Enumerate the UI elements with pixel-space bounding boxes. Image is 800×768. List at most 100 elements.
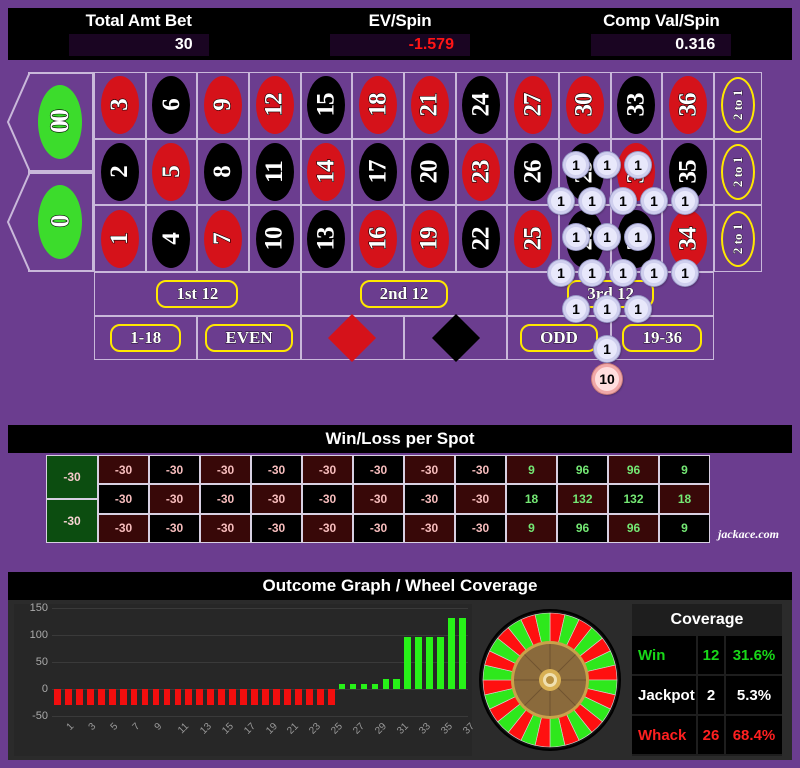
bet-cell-19[interactable]: 19	[404, 205, 456, 272]
winloss-title: Win/Loss per Spot	[8, 425, 792, 453]
bet-chip[interactable]: 10	[592, 364, 622, 394]
bet-cell-0[interactable]: 0	[28, 172, 94, 272]
bet-chip[interactable]: 1	[594, 296, 620, 322]
number-oval: 4	[152, 209, 191, 268]
bet-even[interactable]: EVEN	[197, 316, 301, 360]
stat-label: Comp Val/Spin	[603, 11, 720, 30]
chart-bar	[316, 689, 324, 706]
chart-bar	[75, 689, 83, 706]
bet-chip[interactable]: 1	[579, 260, 605, 286]
chart-y-tick: -50	[32, 710, 48, 722]
number-oval: 7	[204, 209, 243, 268]
number-oval: 21	[410, 76, 449, 135]
bet-cell-7[interactable]: 7	[197, 205, 249, 272]
number-oval: 34	[669, 209, 708, 268]
column-bet-label: 2 to 1	[730, 156, 746, 188]
outside-label: 1-18	[130, 328, 162, 348]
bet-cell-36[interactable]: 36	[662, 72, 714, 139]
bet-cell-18[interactable]: 18	[352, 72, 404, 139]
bet-cell-16[interactable]: 16	[352, 205, 404, 272]
bet-chip[interactable]: 1	[672, 260, 698, 286]
winloss-cell: -30	[303, 485, 352, 513]
bet-chip[interactable]: 1	[625, 152, 651, 178]
bet-cell-33[interactable]: 33	[610, 72, 663, 139]
bet-chip[interactable]: 1	[548, 260, 574, 286]
chart-bar	[382, 679, 390, 689]
bet-chip[interactable]: 1	[579, 188, 605, 214]
bet-cell-1[interactable]: 1	[94, 205, 146, 272]
bet-cell-30[interactable]: 30	[559, 72, 611, 139]
chart-gridline	[52, 608, 468, 609]
bet-chip[interactable]: 1	[563, 296, 589, 322]
bet-cell-21[interactable]: 21	[404, 72, 456, 139]
bet-cell-12[interactable]: 12	[249, 72, 301, 139]
bet-chip[interactable]: 1	[641, 188, 667, 214]
bet-cell-23[interactable]: 23	[455, 138, 508, 206]
bet-chip[interactable]: 1	[625, 296, 651, 322]
number-grid[interactable]: 3691215182124273033362581114172023262932…	[94, 72, 714, 272]
bet-cell-10[interactable]: 10	[249, 205, 301, 272]
bet-dozen-1[interactable]: 1st 12	[94, 272, 301, 316]
number-oval: 9	[204, 76, 243, 135]
bet-column-3[interactable]: 2 to 1	[714, 205, 762, 273]
stats-bar: Total Amt Bet 30 EV/Spin -1.579 Comp Val…	[8, 8, 792, 60]
stat-value: 30	[174, 36, 193, 53]
bet-chip[interactable]: 1	[548, 188, 574, 214]
bet-chip[interactable]: 1	[563, 224, 589, 250]
coverage-name: Jackpot	[632, 676, 696, 714]
bet-cell-6[interactable]: 6	[145, 72, 198, 139]
bet-chip[interactable]: 1	[563, 152, 589, 178]
bet-cell-11[interactable]: 11	[249, 138, 301, 206]
bet-chip[interactable]: 1	[594, 224, 620, 250]
number-oval: 10	[255, 209, 294, 268]
bet-red[interactable]	[300, 313, 404, 363]
bet-dozen-2[interactable]: 2nd 12	[300, 272, 508, 316]
bet-cell-8[interactable]: 8	[197, 138, 249, 206]
bet-cell-00[interactable]: 00	[28, 72, 94, 172]
bet-cell-15[interactable]: 15	[300, 72, 353, 139]
bet-cell-14[interactable]: 14	[300, 138, 353, 206]
bet-chip[interactable]: 1	[610, 188, 636, 214]
bet-chip[interactable]: 1	[594, 152, 620, 178]
coverage-count: 26	[698, 716, 724, 754]
coverage-row-whack: Whack 26 68.4%	[632, 716, 782, 754]
chart-x-tick: 7	[130, 721, 143, 733]
bet-cell-25[interactable]: 25	[507, 205, 559, 272]
bet-cell-5[interactable]: 5	[145, 138, 198, 206]
bet-chip[interactable]: 1	[594, 336, 620, 362]
bet-cell-9[interactable]: 9	[197, 72, 249, 139]
bet-chip[interactable]: 1	[672, 188, 698, 214]
bet-cell-24[interactable]: 24	[455, 72, 508, 139]
wheel-center-knob	[546, 676, 554, 684]
chart-x-tick: 23	[307, 721, 324, 737]
winloss-cell: -30	[405, 485, 454, 513]
chart-bar	[360, 684, 368, 689]
stat-value: 0.316	[675, 36, 716, 53]
column-bets: 2 to 1 2 to 1 2 to 1	[714, 72, 762, 273]
bet-cell-17[interactable]: 17	[352, 138, 404, 206]
number-oval: 23	[462, 142, 501, 201]
chart-bar	[240, 689, 247, 706]
bet-column-1[interactable]: 2 to 1	[714, 72, 762, 139]
bet-cell-13[interactable]: 13	[300, 205, 353, 272]
red-diamond-icon	[328, 313, 377, 363]
winloss-cell: 9	[660, 514, 709, 542]
coverage-header: Coverage	[670, 611, 744, 628]
bet-low-1-18[interactable]: 1-18	[94, 316, 198, 360]
bet-chip[interactable]: 1	[625, 224, 651, 250]
chart-plot-area	[52, 608, 468, 717]
number-label: 15	[312, 93, 340, 117]
bet-cell-4[interactable]: 4	[145, 205, 198, 272]
bet-high-19-36[interactable]: 19-36	[610, 316, 714, 360]
bet-black[interactable]	[404, 313, 508, 363]
bet-cell-27[interactable]: 27	[507, 72, 559, 139]
bet-cell-2[interactable]: 2	[94, 138, 146, 206]
bet-column-2[interactable]: 2 to 1	[714, 138, 762, 206]
bet-chip[interactable]: 1	[610, 260, 636, 286]
bet-cell-3[interactable]: 3	[94, 72, 146, 139]
bet-cell-22[interactable]: 22	[455, 205, 508, 272]
bet-chip[interactable]: 1	[641, 260, 667, 286]
bet-cell-20[interactable]: 20	[404, 138, 456, 206]
number-oval: 20	[410, 142, 449, 201]
chart-bar	[207, 689, 215, 706]
